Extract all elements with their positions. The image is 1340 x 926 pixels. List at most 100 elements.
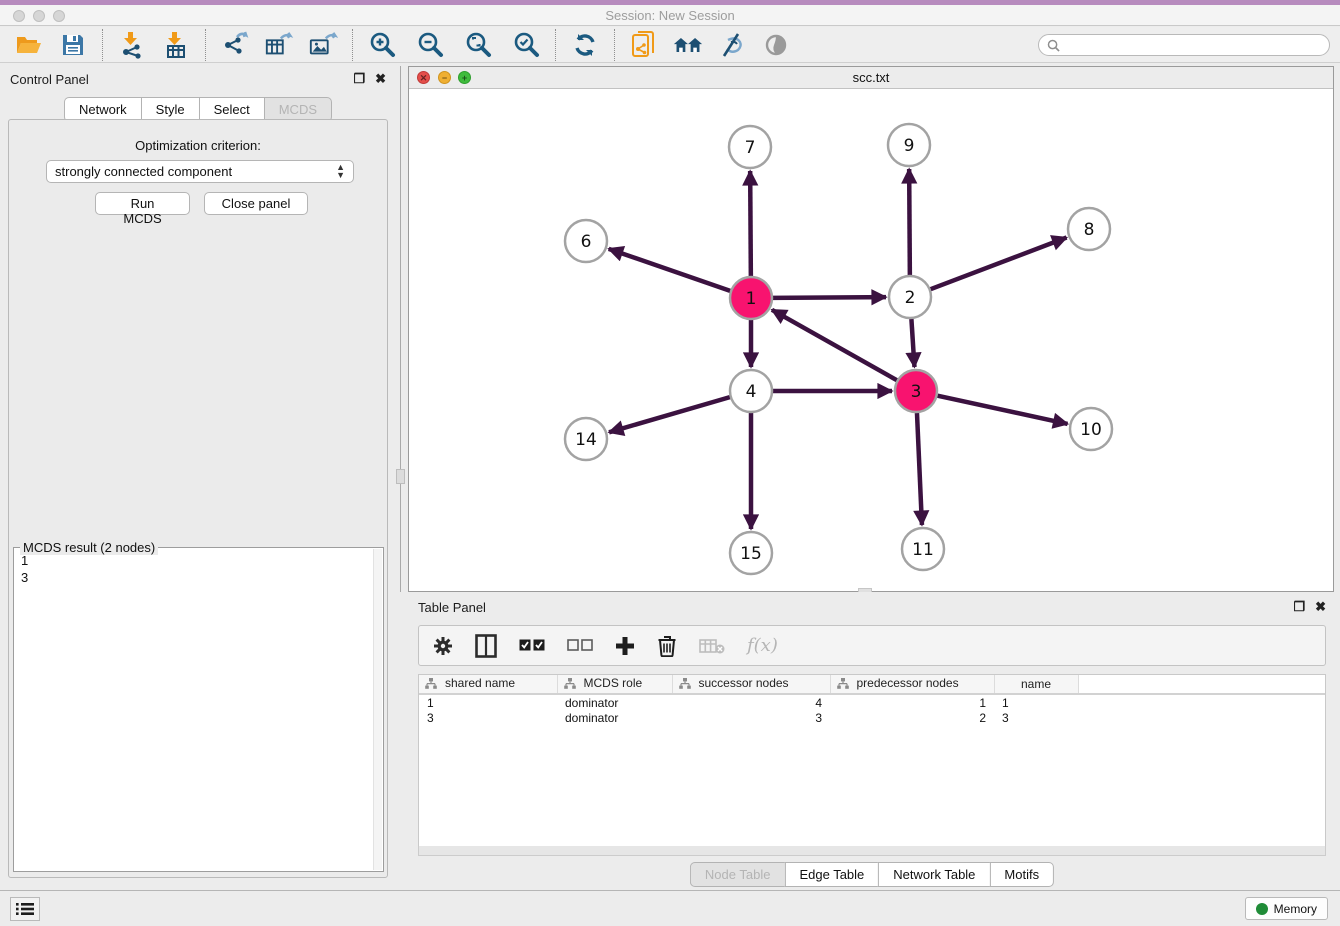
table-cell[interactable]: 2 — [830, 710, 994, 726]
tab-network-table[interactable]: Network Table — [878, 862, 989, 887]
column-header-label: predecessor nodes — [857, 676, 959, 690]
close-panel-button[interactable]: Close panel — [204, 192, 308, 215]
table-cell[interactable]: 3 — [994, 710, 1078, 726]
run-mcds-button[interactable]: Run MCDS — [95, 192, 190, 215]
graph-node-15[interactable]: 15 — [730, 532, 772, 574]
control-panel: Control Panel ❐ ✖ Network Style Select M… — [0, 66, 396, 886]
select-all-columns-icon[interactable] — [519, 632, 545, 660]
show-column-panel-icon[interactable] — [475, 632, 497, 660]
graph-node-label: 11 — [912, 540, 934, 560]
table-cell[interactable]: 3 — [419, 710, 557, 726]
table-cell[interactable]: 4 — [672, 694, 830, 710]
node-table-rows[interactable]: 1dominator4113dominator323 — [419, 694, 1325, 726]
zoom-out-button[interactable] — [415, 30, 445, 60]
create-column-plus-icon[interactable] — [615, 632, 635, 660]
search-input[interactable] — [1066, 38, 1321, 52]
criterion-dropdown[interactable]: strongly connected component ▲▼ — [46, 160, 354, 183]
graph-edge-3-11[interactable] — [917, 413, 922, 525]
graph-edge-1-6[interactable] — [609, 249, 731, 291]
graph-edge-4-14[interactable] — [609, 397, 730, 432]
graph-node-2[interactable]: 2 — [889, 276, 931, 318]
table-panel: Table Panel ❐ ✖ — [404, 592, 1340, 890]
table-cell[interactable]: 1 — [994, 694, 1078, 710]
graph-edge-2-9[interactable] — [909, 169, 910, 275]
network-graph-canvas[interactable]: 7 9 6 8 1 2 4 3 14 10 15 11 — [409, 89, 1333, 591]
float-panel-icon[interactable]: ❐ — [353, 72, 365, 85]
home-layout-button[interactable] — [673, 30, 703, 60]
task-history-button[interactable] — [10, 897, 40, 921]
clear-table-icon-disabled — [699, 632, 725, 660]
optimization-criterion-label: Optimization criterion: — [9, 138, 387, 153]
export-image-button[interactable] — [308, 30, 338, 60]
table-settings-gear-icon[interactable] — [433, 632, 453, 660]
refresh-layout-button[interactable] — [570, 30, 600, 60]
vertical-splitter-grip[interactable] — [396, 469, 405, 484]
control-panel-title: Control Panel — [10, 72, 89, 87]
zoom-selected-button[interactable] — [511, 30, 541, 60]
mcds-result-text[interactable]: 1 3 — [15, 552, 373, 870]
duplicate-network-view-button[interactable] — [629, 30, 659, 60]
tab-edge-table[interactable]: Edge Table — [784, 862, 878, 887]
graph-node-6[interactable]: 6 — [565, 220, 607, 262]
table-row[interactable]: 1dominator411 — [419, 694, 1325, 710]
function-builder-icon-disabled: f(x) — [747, 632, 778, 660]
eye-icon[interactable] — [761, 30, 791, 60]
graph-node-11[interactable]: 11 — [902, 528, 944, 570]
table-cell[interactable]: dominator — [557, 710, 672, 726]
search-box[interactable] — [1038, 34, 1330, 56]
table-horizontal-scrollbar[interactable] — [418, 846, 1326, 856]
mac-titlebar: Session: New Session — [0, 5, 1340, 26]
table-cell[interactable]: 1 — [830, 694, 994, 710]
graph-node-9[interactable]: 9 — [888, 124, 930, 166]
node-table[interactable]: shared name MCDS role successor nodes pr… — [418, 674, 1326, 846]
graph-node-8[interactable]: 8 — [1068, 208, 1110, 250]
main-toolbar — [0, 27, 1340, 63]
zoom-fit-button[interactable] — [463, 30, 493, 60]
graph-node-label: 8 — [1084, 220, 1095, 240]
graph-edge-1-7[interactable] — [750, 171, 751, 276]
hide-graphics-details-icon[interactable] — [717, 30, 747, 60]
graph-node-7[interactable]: 7 — [729, 126, 771, 168]
float-panel-icon[interactable]: ❐ — [1293, 600, 1305, 613]
shared-column-icon — [837, 678, 849, 692]
delete-column-trash-icon[interactable] — [657, 632, 677, 660]
table-panel-title: Table Panel — [418, 600, 486, 615]
import-network-button[interactable] — [117, 30, 147, 60]
save-session-button[interactable] — [58, 30, 88, 60]
deselect-all-columns-icon[interactable] — [567, 632, 593, 660]
node-table-header[interactable]: shared name MCDS role successor nodes pr… — [419, 675, 1325, 694]
graph-node-1[interactable]: 1 — [730, 277, 772, 319]
open-session-button[interactable] — [14, 30, 44, 60]
graph-edge-3-1[interactable] — [772, 310, 897, 380]
mcds-result-scrollbar[interactable] — [373, 549, 382, 870]
memory-button[interactable]: Memory — [1245, 897, 1328, 920]
close-panel-icon[interactable]: ✖ — [375, 72, 386, 85]
graph-node-label: 15 — [740, 544, 762, 564]
table-cell[interactable]: dominator — [557, 694, 672, 710]
table-cell[interactable]: 3 — [672, 710, 830, 726]
export-network-button[interactable] — [220, 30, 250, 60]
graph-edge-1-2[interactable] — [773, 297, 886, 298]
table-panel-window-buttons: ❐ ✖ — [1293, 600, 1326, 613]
tab-node-table[interactable]: Node Table — [690, 862, 785, 887]
graph-edge-3-10[interactable] — [937, 396, 1067, 424]
table-row[interactable]: 3dominator323 — [419, 710, 1325, 726]
import-table-button[interactable] — [161, 30, 191, 60]
shared-column-icon — [679, 678, 691, 692]
close-panel-icon[interactable]: ✖ — [1315, 600, 1326, 613]
network-window-titlebar[interactable]: ✕ − + scc.txt — [409, 67, 1333, 89]
table-cell[interactable]: 1 — [419, 694, 557, 710]
graph-node-4[interactable]: 4 — [730, 370, 772, 412]
memory-status-icon — [1256, 903, 1268, 915]
vertical-splitter[interactable] — [400, 66, 401, 592]
graph-node-10[interactable]: 10 — [1070, 408, 1112, 450]
export-table-button[interactable] — [264, 30, 294, 60]
graph-edge-2-8[interactable] — [931, 238, 1067, 290]
zoom-in-button[interactable] — [367, 30, 397, 60]
graph-edge-2-3[interactable] — [911, 319, 914, 367]
list-icon — [16, 902, 34, 916]
graph-node-14[interactable]: 14 — [565, 418, 607, 460]
graph-node-3[interactable]: 3 — [895, 370, 937, 412]
graph-node-label: 9 — [904, 136, 915, 156]
tab-motifs[interactable]: Motifs — [989, 862, 1054, 887]
